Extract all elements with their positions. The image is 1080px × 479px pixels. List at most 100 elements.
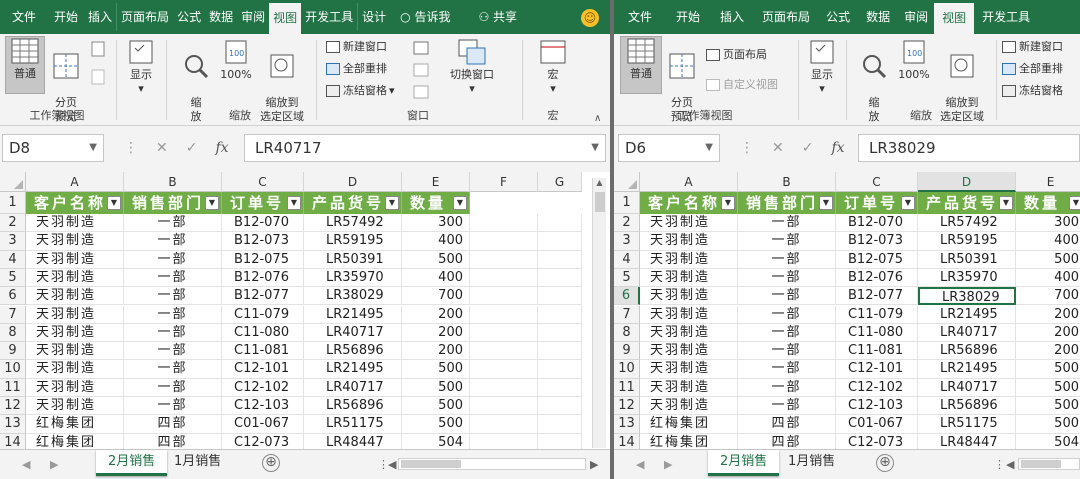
filter-dropdown-icon[interactable]: ▼ [287,196,301,210]
menu-insert[interactable]: 插入 [710,3,754,31]
table-cell[interactable]: 一部 [738,250,836,269]
table-cell[interactable]: LR56896 [304,397,402,416]
table-cell[interactable]: 一部 [124,397,222,416]
table-cell[interactable]: 天羽制造 [26,342,124,361]
table-cell[interactable]: 天羽制造 [640,268,738,288]
add-sheet-button[interactable]: ⊕ [876,454,894,472]
table-cell[interactable]: 700 [402,287,470,306]
table-cell[interactable]: C01-067 [222,415,304,434]
table-cell[interactable]: C11-080 [222,323,304,343]
more-options-icon[interactable]: ⋮ [740,140,754,156]
column-header-e[interactable]: E [1016,172,1080,192]
table-cell[interactable]: 一部 [124,323,222,343]
row-header[interactable]: 5 [0,268,26,288]
table-cell[interactable]: LR56896 [918,342,1016,361]
menu-file[interactable]: 文件 [0,3,48,31]
column-header-c[interactable]: C [222,172,304,192]
row-header[interactable]: 3 [614,232,640,251]
table-cell[interactable]: LR40717 [918,323,1016,343]
new-window-button[interactable]: 新建窗口 [1002,40,1063,54]
table-cell[interactable]: 200 [1016,342,1080,361]
row-header[interactable]: 13 [614,415,640,434]
vertical-scrollbar[interactable]: ▲ [592,178,606,448]
table-cell[interactable]: 红梅集团 [26,415,124,434]
table-cell[interactable]: 天羽制造 [640,342,738,361]
table-header-cell[interactable]: 产品货号 ▼ [304,192,402,214]
table-cell[interactable]: 500 [402,415,470,434]
table-cell[interactable]: 一部 [738,323,836,343]
select-all-corner[interactable] [0,172,26,192]
filter-dropdown-icon[interactable]: ▼ [819,196,833,210]
table-cell[interactable]: B12-077 [836,287,918,306]
table-cell[interactable] [538,268,582,288]
table-header-cell[interactable]: 销售部门 ▼ [738,192,836,214]
table-cell[interactable]: C12-101 [222,360,304,379]
row-header[interactable]: 1 [614,192,640,214]
table-cell[interactable] [538,378,582,397]
table-cell[interactable] [538,342,582,361]
row-header[interactable]: 3 [0,232,26,251]
table-cell[interactable] [470,323,538,343]
table-cell[interactable]: C12-102 [836,378,918,397]
row-header[interactable]: 13 [0,415,26,434]
table-cell[interactable]: 一部 [738,305,836,324]
tab-jan-sales[interactable]: 1月销售 [162,450,233,476]
column-header-a[interactable]: A [640,172,738,192]
table-cell[interactable] [470,378,538,397]
row-header[interactable]: 7 [614,305,640,324]
table-cell[interactable]: C12-103 [836,397,918,416]
table-cell[interactable]: 400 [1016,269,1080,288]
menu-review[interactable]: 审阅 [237,3,269,31]
table-cell[interactable]: 一部 [738,287,836,306]
menu-formulas[interactable]: 公式 [173,3,205,31]
table-cell[interactable] [470,360,538,379]
table-cell[interactable]: 天羽制造 [640,232,738,251]
tab-scroll-left-icon[interactable]: ◀ [22,458,30,471]
horizontal-scrollbar[interactable] [398,458,586,470]
table-cell[interactable]: 天羽制造 [640,214,738,233]
table-cell[interactable]: 500 [1016,360,1080,379]
row-header[interactable]: 10 [614,360,640,379]
filter-dropdown-icon[interactable]: ▼ [901,196,915,210]
menu-home[interactable]: 开始 [666,3,710,31]
cancel-icon[interactable]: ✕ [772,140,784,156]
table-cell[interactable]: 400 [1016,232,1080,251]
collapse-ribbon-icon[interactable]: ∧ [594,112,601,126]
table-cell[interactable]: C11-079 [836,305,918,324]
table-cell[interactable]: 四部 [124,415,222,434]
row-header[interactable]: 9 [0,342,26,361]
feedback-smiley-icon[interactable]: ☺ [581,9,599,27]
table-cell[interactable]: LR57492 [304,214,402,233]
name-box[interactable]: D6 ▼ [618,134,720,162]
column-header-d[interactable]: D [918,172,1016,192]
table-cell[interactable]: 天羽制造 [640,305,738,324]
table-cell[interactable]: 300 [1016,214,1080,233]
h-scroll-left-icon[interactable]: ◀ [388,458,396,471]
tab-jan-sales[interactable]: 1月销售 [776,450,847,476]
table-cell[interactable]: LR38029 [304,287,402,306]
table-cell[interactable]: 一部 [124,378,222,397]
table-cell[interactable] [470,287,538,306]
table-cell[interactable]: 200 [402,305,470,324]
table-cell[interactable]: 700 [1016,287,1080,306]
table-cell[interactable]: LR40717 [918,378,1016,397]
normal-view-button[interactable]: 普通 [620,36,662,94]
more-sheets-icon[interactable]: ⋮ [994,458,1005,471]
row-header[interactable]: 12 [0,397,26,416]
table-cell[interactable]: 200 [402,323,470,343]
table-cell[interactable]: C12-102 [222,378,304,397]
table-cell[interactable] [538,214,582,233]
freeze-panes-button[interactable]: 冻结窗格 ▾ [326,84,395,98]
filter-dropdown-icon[interactable]: ▼ [453,196,467,210]
new-window-button[interactable]: 新建窗口 [326,40,387,54]
table-cell[interactable]: LR59195 [304,232,402,251]
menu-file[interactable]: 文件 [614,3,666,31]
table-cell[interactable]: 一部 [124,232,222,251]
tab-feb-sales[interactable]: 2月销售 [708,450,780,476]
menu-page-layout[interactable]: 页面布局 [754,3,818,31]
table-cell[interactable]: 红梅集团 [640,415,738,434]
insert-function-icon[interactable]: fx [215,140,228,156]
tab-scroll-right-icon[interactable]: ▶ [50,458,58,471]
table-cell[interactable]: 一部 [738,360,836,379]
row-header[interactable]: 5 [614,268,640,288]
